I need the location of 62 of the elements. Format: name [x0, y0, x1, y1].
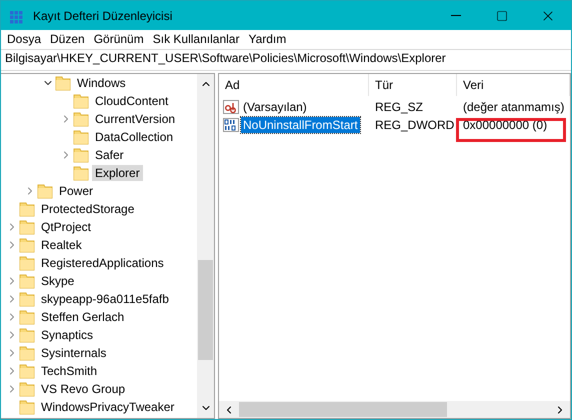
value-type: REG_SZ — [374, 100, 424, 114]
tree-item[interactable]: QtProject — [38, 219, 94, 235]
tree-item[interactable]: Windows — [74, 75, 129, 91]
scrollbar-thumb[interactable] — [198, 260, 213, 360]
address-field[interactable]: Bilgisayar\HKEY_CURRENT_USER\Software\Policies\Microsoft\Windows\Explorer — [1, 49, 571, 71]
tree-item[interactable]: TechSmith — [38, 363, 100, 379]
menu-item[interactable]: Sık Kullanılanlar — [150, 32, 246, 46]
folder-icon — [19, 381, 35, 397]
value-name[interactable]: (Varsayılan) — [241, 99, 309, 115]
column-header[interactable]: Veri — [457, 74, 570, 96]
minimize-icon — [451, 15, 461, 16]
folder-icon — [73, 129, 89, 145]
tree-item[interactable]: Sysinternals — [38, 345, 110, 361]
tree-item[interactable]: CloudContent — [92, 93, 172, 109]
scrollbar-thumb[interactable] — [239, 402, 447, 417]
vertical-scrollbar[interactable] — [197, 74, 214, 418]
folder-icon — [19, 291, 35, 307]
menu-item[interactable]: Yardım — [246, 32, 294, 46]
folder-icon — [19, 399, 35, 415]
string-value-icon — [223, 99, 239, 115]
value-type: REG_DWORD — [374, 118, 456, 132]
folder-icon — [19, 309, 35, 325]
column-header[interactable]: Tür — [369, 74, 457, 96]
folder-icon — [55, 75, 71, 91]
tree-item[interactable]: DataCollection — [92, 129, 176, 145]
menu-item[interactable]: Görünüm — [92, 32, 151, 46]
tree-item[interactable]: CurrentVersion — [92, 111, 178, 127]
tree-item[interactable]: Safer — [92, 147, 127, 163]
tree-item[interactable]: ProtectedStorage — [38, 201, 138, 217]
folder-icon — [73, 93, 89, 109]
tree-item[interactable]: Synaptics — [38, 327, 96, 343]
tree-item[interactable]: Realtek — [38, 237, 85, 253]
tree-item[interactable]: Skype — [38, 273, 78, 289]
maximize-icon — [496, 10, 508, 22]
folder-icon — [19, 219, 35, 235]
tree-item[interactable]: VS Revo Group — [38, 381, 128, 397]
folder-icon — [19, 255, 35, 271]
binary-value-icon — [223, 117, 239, 133]
folder-icon — [19, 273, 35, 289]
folder-icon — [19, 327, 35, 343]
folder-icon — [19, 201, 35, 217]
folder-icon — [73, 147, 89, 163]
tree-item[interactable]: Steffen Gerlach — [38, 309, 128, 325]
folder-icon — [73, 165, 89, 181]
folder-icon — [19, 345, 35, 361]
menu-item[interactable]: Düzen — [48, 32, 92, 46]
tree-item[interactable]: WindowsPrivacyTweaker — [38, 399, 178, 415]
folder-icon — [73, 111, 89, 127]
value-data: 0x00000000 (0) — [462, 118, 548, 132]
window-title: Kayıt Defteri Düzenleyicisi — [33, 8, 174, 22]
folder-icon — [37, 183, 53, 199]
column-header[interactable]: Ad — [219, 74, 369, 96]
tree-item[interactable]: skypeapp-96a011e5fafb — [38, 291, 172, 307]
folder-icon — [19, 237, 35, 253]
value-name[interactable]: NoUninstallFromStart — [241, 117, 360, 133]
tree-item[interactable]: Explorer — [92, 165, 143, 181]
tree-item[interactable]: RegisteredApplications — [38, 255, 167, 271]
tree-item[interactable]: Power — [56, 183, 96, 199]
menu-item[interactable]: Dosya — [5, 32, 48, 46]
horizontal-scrollbar[interactable] — [219, 401, 570, 418]
folder-icon — [19, 363, 35, 379]
value-data: (değer atanmamış) — [462, 100, 564, 114]
